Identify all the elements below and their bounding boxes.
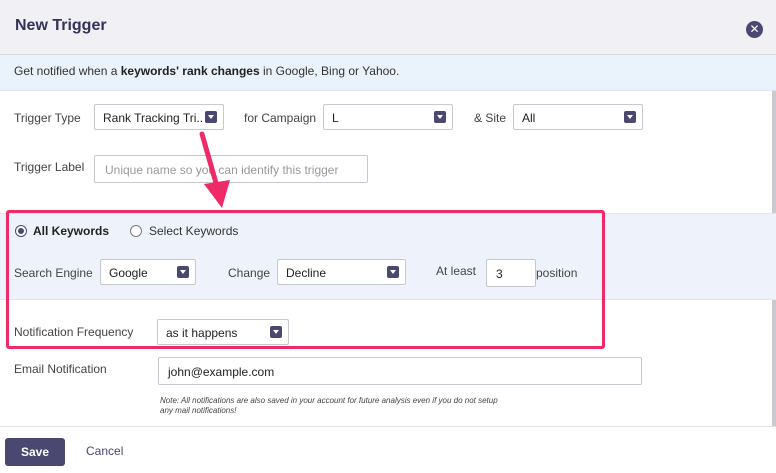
site-value: All <box>522 111 536 125</box>
trigger-type-value: Rank Tracking Tri... <box>103 111 203 125</box>
trigger-type-select[interactable]: Rank Tracking Tri... <box>94 104 224 130</box>
email-field[interactable]: john@example.com <box>158 357 642 385</box>
info-text: Get notified when a keywords' rank chang… <box>14 64 400 78</box>
close-icon[interactable]: ✕ <box>746 21 763 38</box>
chevron-down-icon <box>205 111 217 123</box>
campaign-value: L <box>332 111 339 125</box>
cancel-button[interactable]: Cancel <box>86 444 123 458</box>
email-label: Email Notification <box>14 362 107 376</box>
site-label: & Site <box>474 111 507 125</box>
save-button[interactable]: Save <box>5 438 65 466</box>
trigger-label-label: Trigger Label <box>14 160 85 174</box>
chevron-down-icon <box>434 111 446 123</box>
email-value: john@example.com <box>168 365 275 379</box>
site-select[interactable]: All <box>513 104 643 130</box>
trigger-type-label: Trigger Type <box>14 111 81 125</box>
note-line-1: Note: All notifications are also saved i… <box>160 396 498 405</box>
note-text: Note: All notifications are also saved i… <box>160 396 600 416</box>
chevron-down-icon <box>624 111 636 123</box>
annotation-arrow-icon <box>199 131 230 208</box>
campaign-select[interactable]: L <box>323 104 453 130</box>
highlight-box <box>6 210 605 349</box>
dialog-title: New Trigger <box>15 17 107 34</box>
note-line-2: any mail notifications! <box>160 406 237 415</box>
dialog-header <box>0 0 776 55</box>
campaign-label: for Campaign <box>244 111 317 125</box>
